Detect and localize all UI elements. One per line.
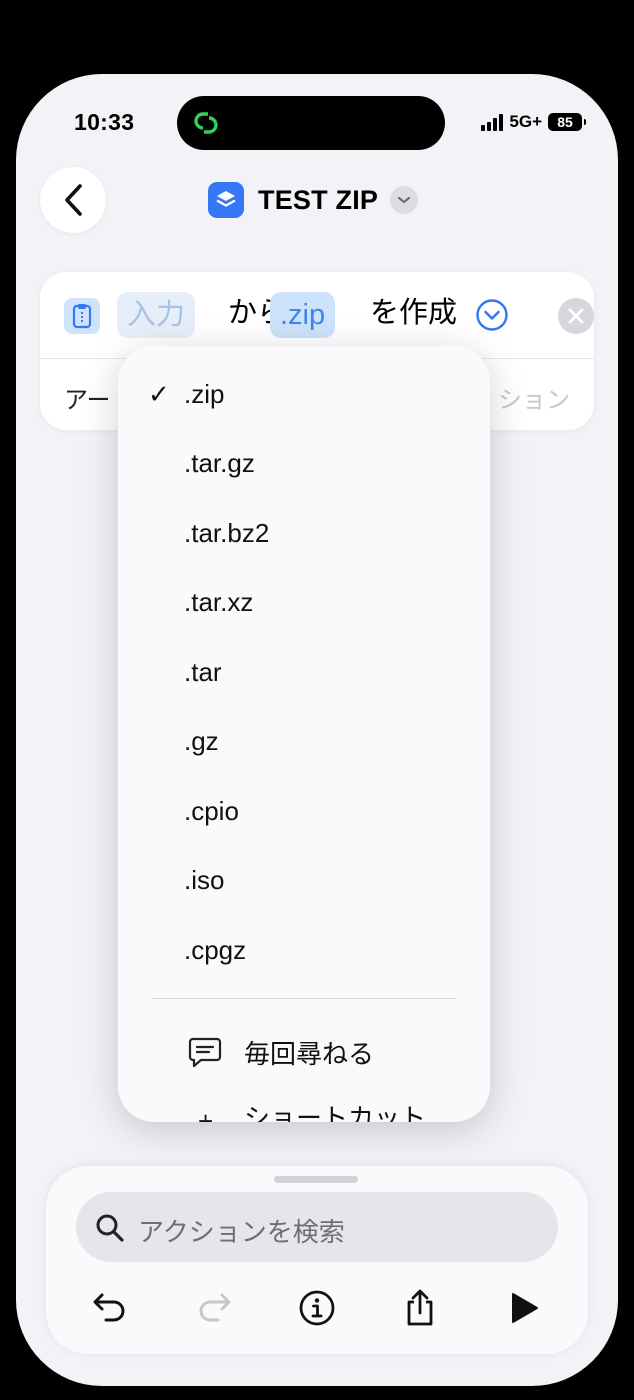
undo-icon	[93, 1293, 125, 1322]
layers-icon	[216, 191, 236, 207]
message-icon	[188, 1037, 222, 1068]
battery-icon: 85	[548, 113, 586, 131]
info-button[interactable]	[297, 1288, 337, 1328]
action-sentence: 入力 から .zip を作成	[40, 290, 594, 340]
expand-chevron-icon[interactable]	[475, 298, 509, 332]
play-icon	[512, 1293, 538, 1323]
page-title: TEST ZIP	[258, 184, 379, 215]
link-icon	[194, 112, 218, 134]
chevron-left-icon	[65, 184, 82, 216]
menu-divider	[152, 998, 456, 999]
menu-item-cpio[interactable]: .cpio	[118, 781, 490, 841]
search-icon	[96, 1214, 124, 1242]
share-icon	[407, 1289, 433, 1326]
menu-item-tar-bz2[interactable]: .tar.bz2	[118, 503, 490, 563]
menu-item-ask-each-time[interactable]: 毎回尋ねる	[118, 1020, 490, 1076]
redo-button[interactable]	[194, 1288, 234, 1328]
create-text: を作成	[370, 297, 458, 329]
menu-item-tar-gz[interactable]: .tar.gz	[118, 433, 490, 493]
close-icon	[568, 308, 584, 324]
dynamic-island	[177, 96, 445, 150]
options-label[interactable]: ション	[498, 380, 570, 415]
bottom-panel: アクションを検索	[46, 1166, 588, 1354]
menu-item-zip[interactable]: ✓ .zip	[118, 364, 490, 424]
clipboard-zip-icon	[64, 298, 100, 334]
menu-item-tar-xz[interactable]: .tar.xz	[118, 572, 490, 632]
input-token[interactable]: 入力	[117, 292, 196, 338]
chevron-down-icon	[390, 186, 419, 214]
status-time: 10:33	[74, 109, 135, 135]
menu-item-cpgz[interactable]: .cpgz	[118, 920, 490, 980]
search-placeholder: アクションを検索	[138, 1217, 345, 1247]
format-token[interactable]: .zip	[270, 292, 336, 338]
signal-icon	[481, 113, 504, 131]
status-indicators: 5G+ 85	[481, 112, 586, 132]
search-input[interactable]: アクションを検索	[76, 1192, 558, 1262]
redo-icon	[199, 1293, 231, 1322]
menu-item-gz[interactable]: .gz	[118, 711, 490, 771]
phone-screen: 10:33 5G+ 85 TEST ZIP 入力 から .zip を作成 アー …	[16, 74, 618, 1386]
share-button[interactable]	[400, 1288, 440, 1328]
format-menu: ✓ .zip .tar.gz .tar.bz2 .tar.xz .tar .gz…	[118, 346, 490, 1122]
menu-item-tar[interactable]: .tar	[118, 642, 490, 702]
back-button[interactable]	[40, 167, 106, 233]
sheet-grabber[interactable]	[274, 1176, 358, 1183]
undo-button[interactable]	[90, 1288, 130, 1328]
run-button[interactable]	[504, 1288, 544, 1328]
archive-name-label: アー	[64, 387, 111, 414]
network-label: 5G+	[509, 112, 542, 131]
menu-item-shortcut-input[interactable]: + ショートカット	[118, 1090, 490, 1122]
remove-action-button[interactable]	[558, 298, 594, 334]
plus-icon: +	[198, 1106, 214, 1122]
checkmark-icon: ✓	[148, 379, 170, 409]
menu-item-iso[interactable]: .iso	[118, 850, 490, 910]
shortcut-title-button[interactable]: TEST ZIP	[208, 182, 419, 218]
info-icon	[299, 1290, 335, 1326]
shortcuts-app-icon	[208, 182, 244, 218]
editor-toolbar	[46, 1278, 588, 1338]
